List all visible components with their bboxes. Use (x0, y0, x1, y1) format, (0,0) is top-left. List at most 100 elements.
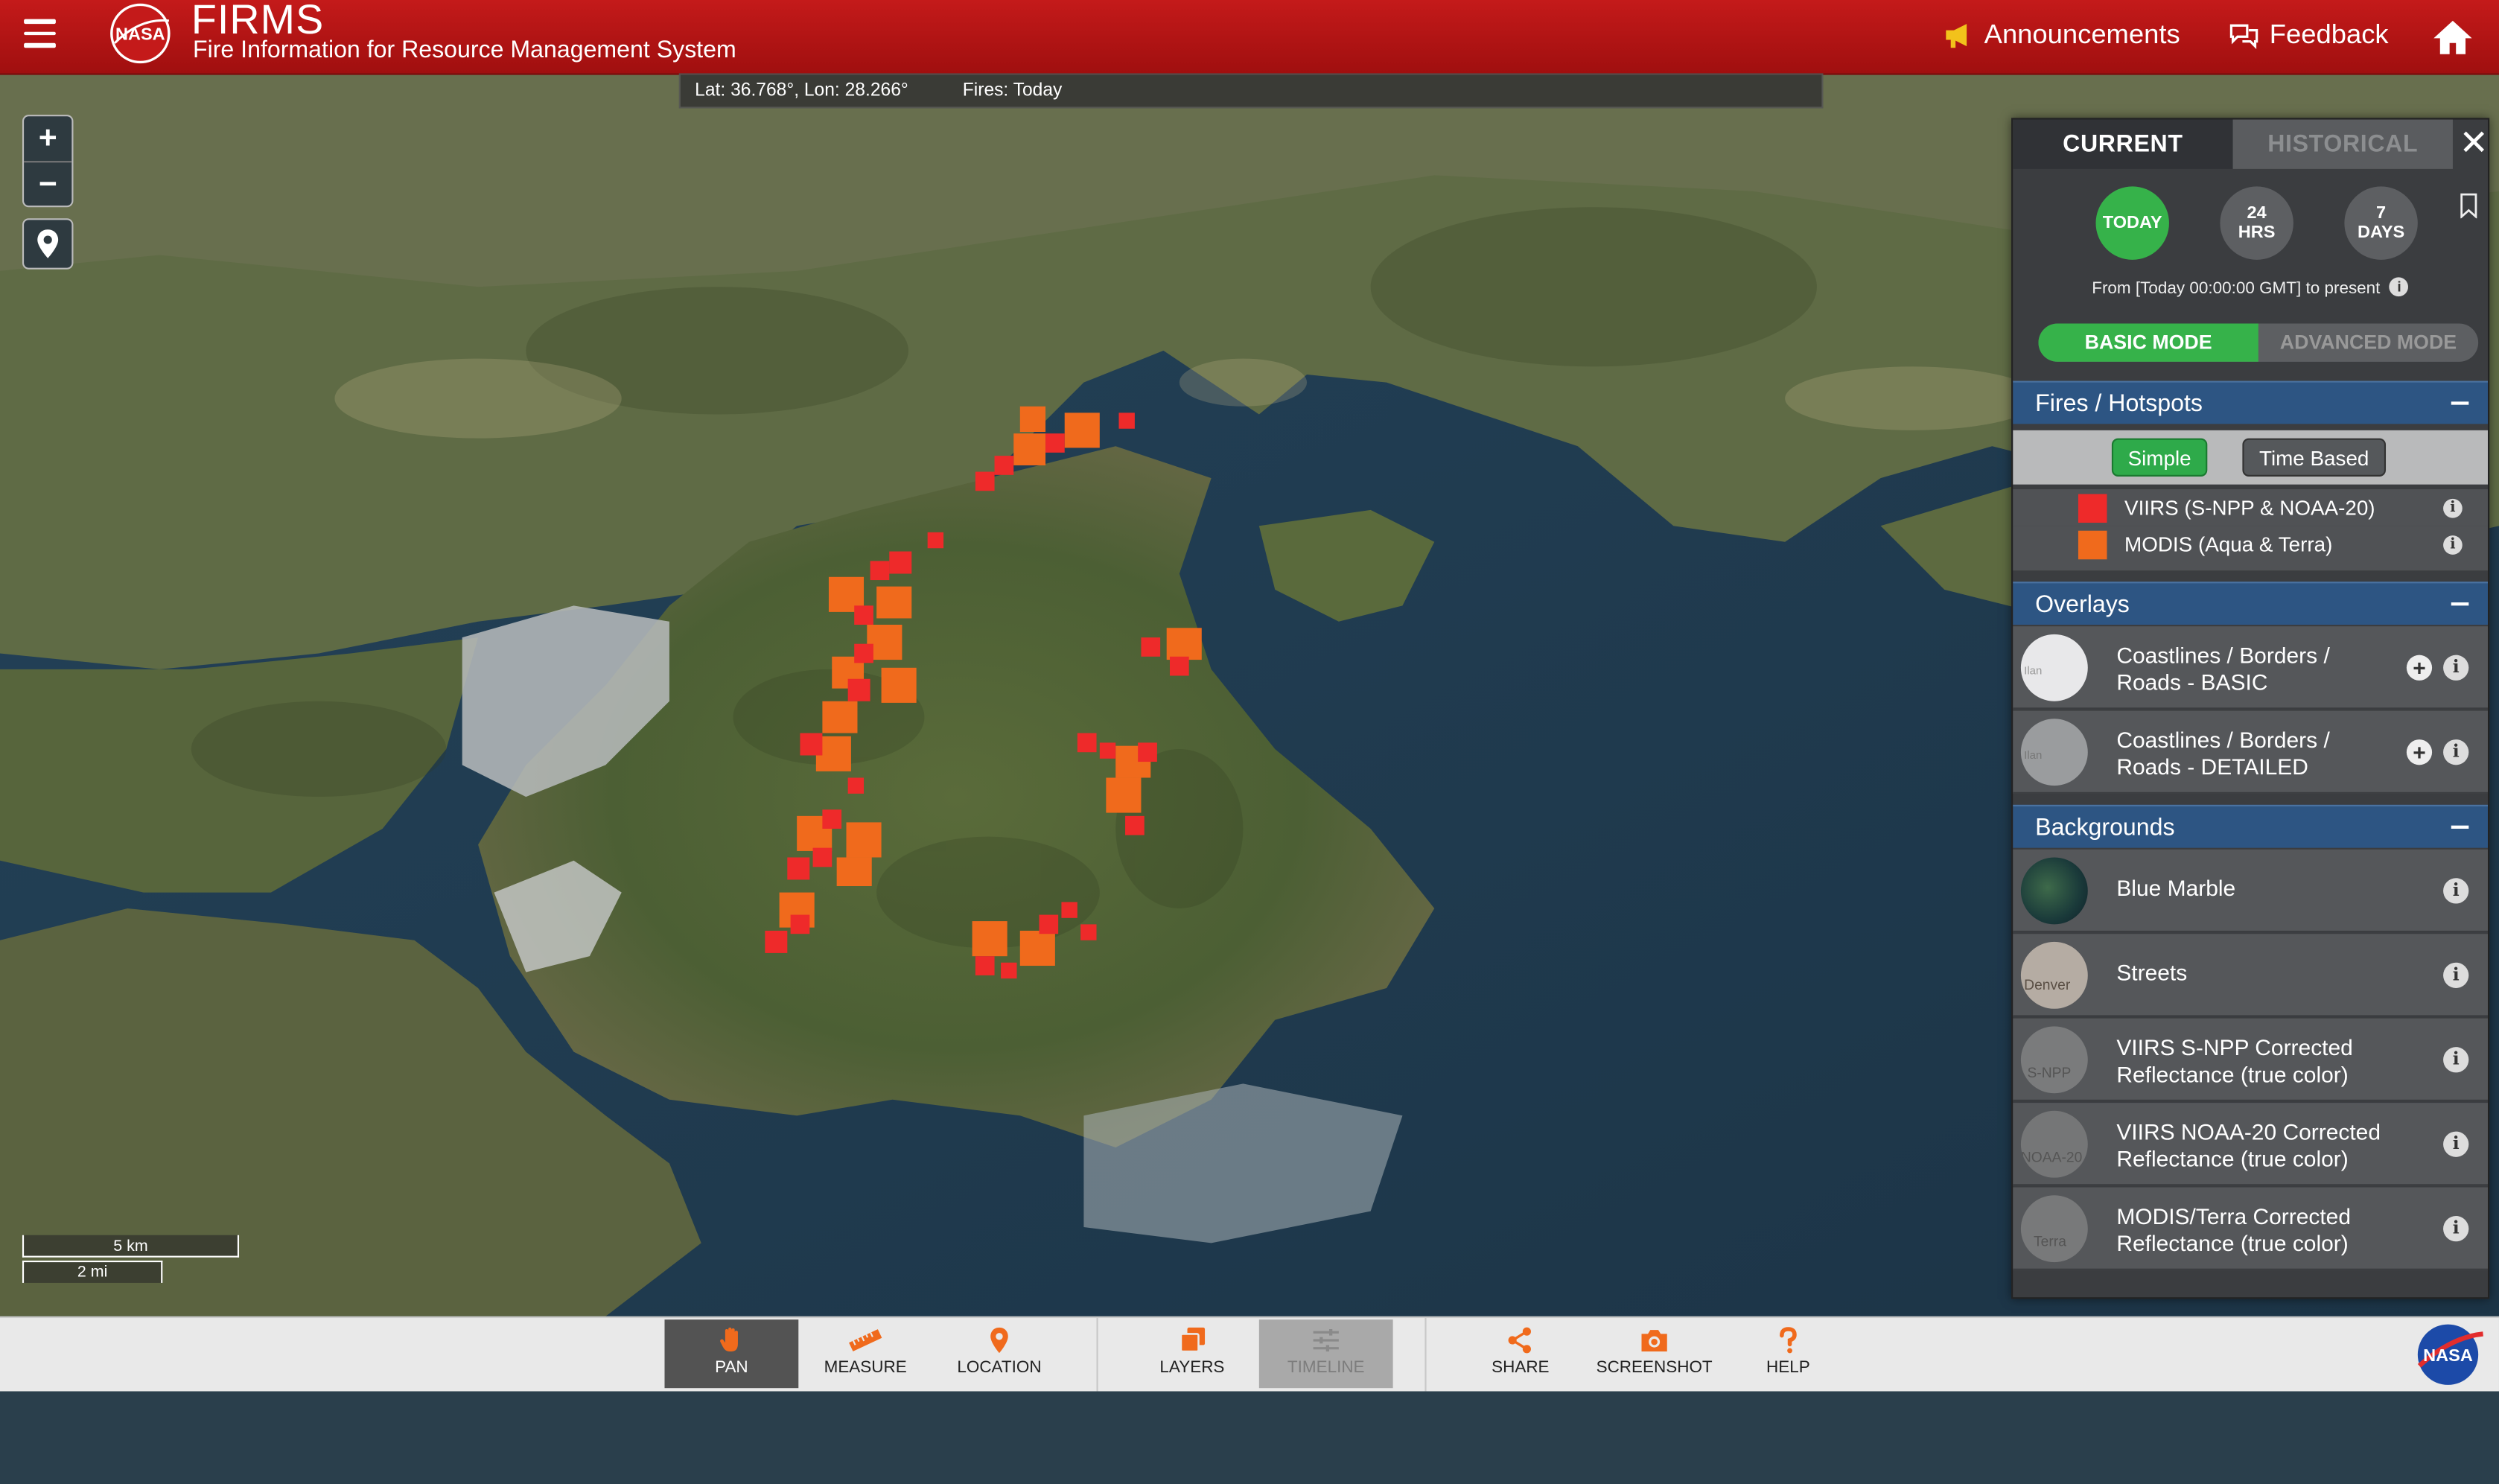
background-item-blue-marble[interactable]: Blue Marble i (2013, 849, 2489, 933)
fire-hotspot-viirs[interactable] (790, 914, 810, 934)
fire-hotspot-viirs[interactable] (787, 857, 810, 880)
add-layer-icon[interactable]: + (2406, 739, 2433, 765)
collapse-icon[interactable] (2451, 825, 2469, 829)
tab-historical[interactable]: HISTORICAL (2232, 119, 2453, 169)
home-icon[interactable] (2432, 18, 2474, 56)
info-icon[interactable]: i (2443, 1047, 2469, 1073)
fire-hotspot-viirs[interactable] (889, 551, 912, 574)
fire-hotspot-viirs[interactable] (870, 561, 890, 581)
fire-hotspot-viirs[interactable] (1118, 413, 1135, 429)
fire-hotspot-modis[interactable] (1019, 406, 1046, 433)
fire-hotspot-modis[interactable] (1064, 413, 1100, 448)
fire-hotspot-viirs[interactable] (975, 471, 995, 491)
info-icon[interactable]: i (2390, 277, 2409, 297)
fire-hotspot-viirs[interactable] (1138, 742, 1157, 762)
fire-hotspot-viirs[interactable] (1169, 656, 1189, 676)
fire-hotspot-viirs[interactable] (1039, 914, 1059, 934)
layers-tool-button[interactable]: LAYERS (1125, 1319, 1259, 1388)
collapse-icon[interactable] (2451, 401, 2469, 405)
fire-hotspot-modis[interactable] (1166, 628, 1202, 660)
nasa-meatball-logo-icon: NASA (2417, 1324, 2483, 1385)
legend-row-viirs: VIIRS (S-NPP & NOAA-20) i (2013, 489, 2489, 526)
7-days-button[interactable]: 7 DAYS (2344, 186, 2418, 260)
fire-hotspot-viirs[interactable] (927, 532, 944, 549)
hamburger-menu-button[interactable] (24, 19, 56, 48)
toolbar-divider (1424, 1318, 1427, 1392)
info-icon[interactable]: i (2443, 535, 2463, 555)
fire-hotspot-viirs[interactable] (847, 678, 870, 701)
share-tool-button[interactable]: SHARE (1454, 1319, 1588, 1388)
info-icon[interactable]: i (2443, 655, 2469, 681)
background-item-streets[interactable]: Denver Streets i (2013, 934, 2489, 1017)
fire-hotspot-modis[interactable] (1106, 777, 1142, 813)
info-icon[interactable]: i (2443, 1216, 2469, 1242)
fire-hotspot-modis[interactable] (881, 667, 917, 703)
time-based-button[interactable]: Time Based (2242, 438, 2387, 477)
fire-hotspot-viirs[interactable] (975, 956, 995, 975)
timeline-tool-button[interactable]: TIMELINE (1258, 1319, 1393, 1389)
info-icon[interactable]: i (2443, 962, 2469, 988)
fire-hotspot-viirs[interactable] (1001, 962, 1017, 979)
background-item-modis-terra[interactable]: Terra MODIS/Terra Corrected Reflectance (… (2013, 1187, 2489, 1270)
zoom-in-button[interactable]: + (24, 116, 72, 163)
fire-hotspot-viirs[interactable] (1099, 742, 1116, 759)
fire-hotspot-viirs[interactable] (854, 605, 873, 625)
overlay-item-coastlines-basic[interactable]: Ilan Coastlines / Borders / Roads - BASIC… (2013, 626, 2489, 710)
globe-thumbnail (2020, 857, 2088, 925)
fire-hotspot-viirs[interactable] (1141, 637, 1161, 657)
collapse-icon[interactable] (2451, 602, 2469, 606)
close-icon[interactable]: ✕ (2459, 124, 2488, 162)
overlay-item-coastlines-detailed[interactable]: Ilan Coastlines / Borders / Roads - DETAI… (2013, 710, 2489, 794)
fire-hotspot-viirs[interactable] (812, 847, 833, 867)
location-tool-button[interactable]: LOCATION (932, 1319, 1066, 1388)
announcements-link[interactable]: Announcements (1943, 19, 2180, 51)
fire-hotspot-modis[interactable] (836, 857, 872, 887)
fire-hotspot-modis[interactable] (876, 586, 912, 619)
info-icon[interactable]: i (2443, 739, 2469, 765)
fire-hotspot-modis[interactable] (1013, 433, 1046, 465)
add-layer-icon[interactable]: + (2406, 655, 2433, 681)
fire-hotspot-viirs[interactable] (847, 777, 865, 794)
fire-hotspot-modis[interactable] (1019, 930, 1055, 966)
fire-hotspot-viirs[interactable] (1125, 815, 1145, 835)
fire-hotspot-viirs[interactable] (1061, 902, 1077, 918)
fire-hotspot-viirs[interactable] (1080, 924, 1097, 940)
fire-hotspot-viirs[interactable] (822, 809, 842, 829)
fire-hotspot-modis[interactable] (822, 701, 858, 733)
app-subtitle: Fire Information for Resource Management… (192, 36, 736, 64)
layer-label: VIIRS NOAA-20 Corrected Reflectance (true… (2116, 1118, 2381, 1172)
zoom-out-button[interactable]: − (24, 162, 71, 207)
tab-current[interactable]: CURRENT (2013, 119, 2233, 169)
info-icon[interactable]: i (2443, 498, 2463, 518)
overlays-section-header[interactable]: Overlays (2013, 582, 2489, 625)
24-hrs-button[interactable]: 24 HRS (2220, 186, 2293, 260)
background-item-viirs-noaa20[interactable]: NOAA-20 VIIRS NOAA-20 Corrected Reflectan… (2013, 1103, 2489, 1186)
layers-icon (1180, 1327, 1206, 1353)
map-info-bar: Lat: 36.768°, Lon: 28.266° Fires: Today (678, 73, 1824, 109)
fire-hotspot-viirs[interactable] (854, 643, 873, 663)
advanced-mode-button[interactable]: ADVANCED MODE (2258, 323, 2478, 361)
background-item-viirs-snpp[interactable]: S-NPP VIIRS S-NPP Corrected Reflectance (… (2013, 1018, 2489, 1101)
screenshot-tool-button[interactable]: SCREENSHOT (1588, 1319, 1722, 1388)
feedback-link[interactable]: Feedback (2228, 19, 2389, 51)
fire-hotspot-viirs[interactable] (1045, 433, 1065, 453)
bookmark-icon[interactable] (2459, 193, 2478, 219)
info-icon[interactable]: i (2443, 878, 2469, 904)
pan-tool-button[interactable]: PAN (664, 1319, 799, 1389)
layer-label: Streets (2116, 959, 2188, 985)
today-button[interactable]: TODAY (2095, 186, 2169, 260)
fire-hotspot-viirs[interactable] (765, 930, 788, 953)
fire-hotspot-modis[interactable] (846, 822, 882, 858)
simple-button[interactable]: Simple (2111, 438, 2208, 477)
fire-hotspot-viirs[interactable] (800, 733, 823, 756)
backgrounds-section-header[interactable]: Backgrounds (2013, 804, 2489, 848)
fires-section-header[interactable]: Fires / Hotspots (2013, 380, 2489, 424)
info-icon[interactable]: i (2443, 1131, 2469, 1157)
basic-mode-button[interactable]: BASIC MODE (2038, 323, 2258, 362)
fire-hotspot-viirs[interactable] (994, 456, 1014, 475)
fire-hotspot-modis[interactable] (972, 921, 1007, 957)
measure-tool-button[interactable]: MEASURE (798, 1319, 932, 1388)
locate-me-button[interactable] (22, 218, 74, 270)
fire-hotspot-viirs[interactable] (1077, 733, 1097, 753)
help-tool-button[interactable]: HELP (1722, 1319, 1856, 1388)
